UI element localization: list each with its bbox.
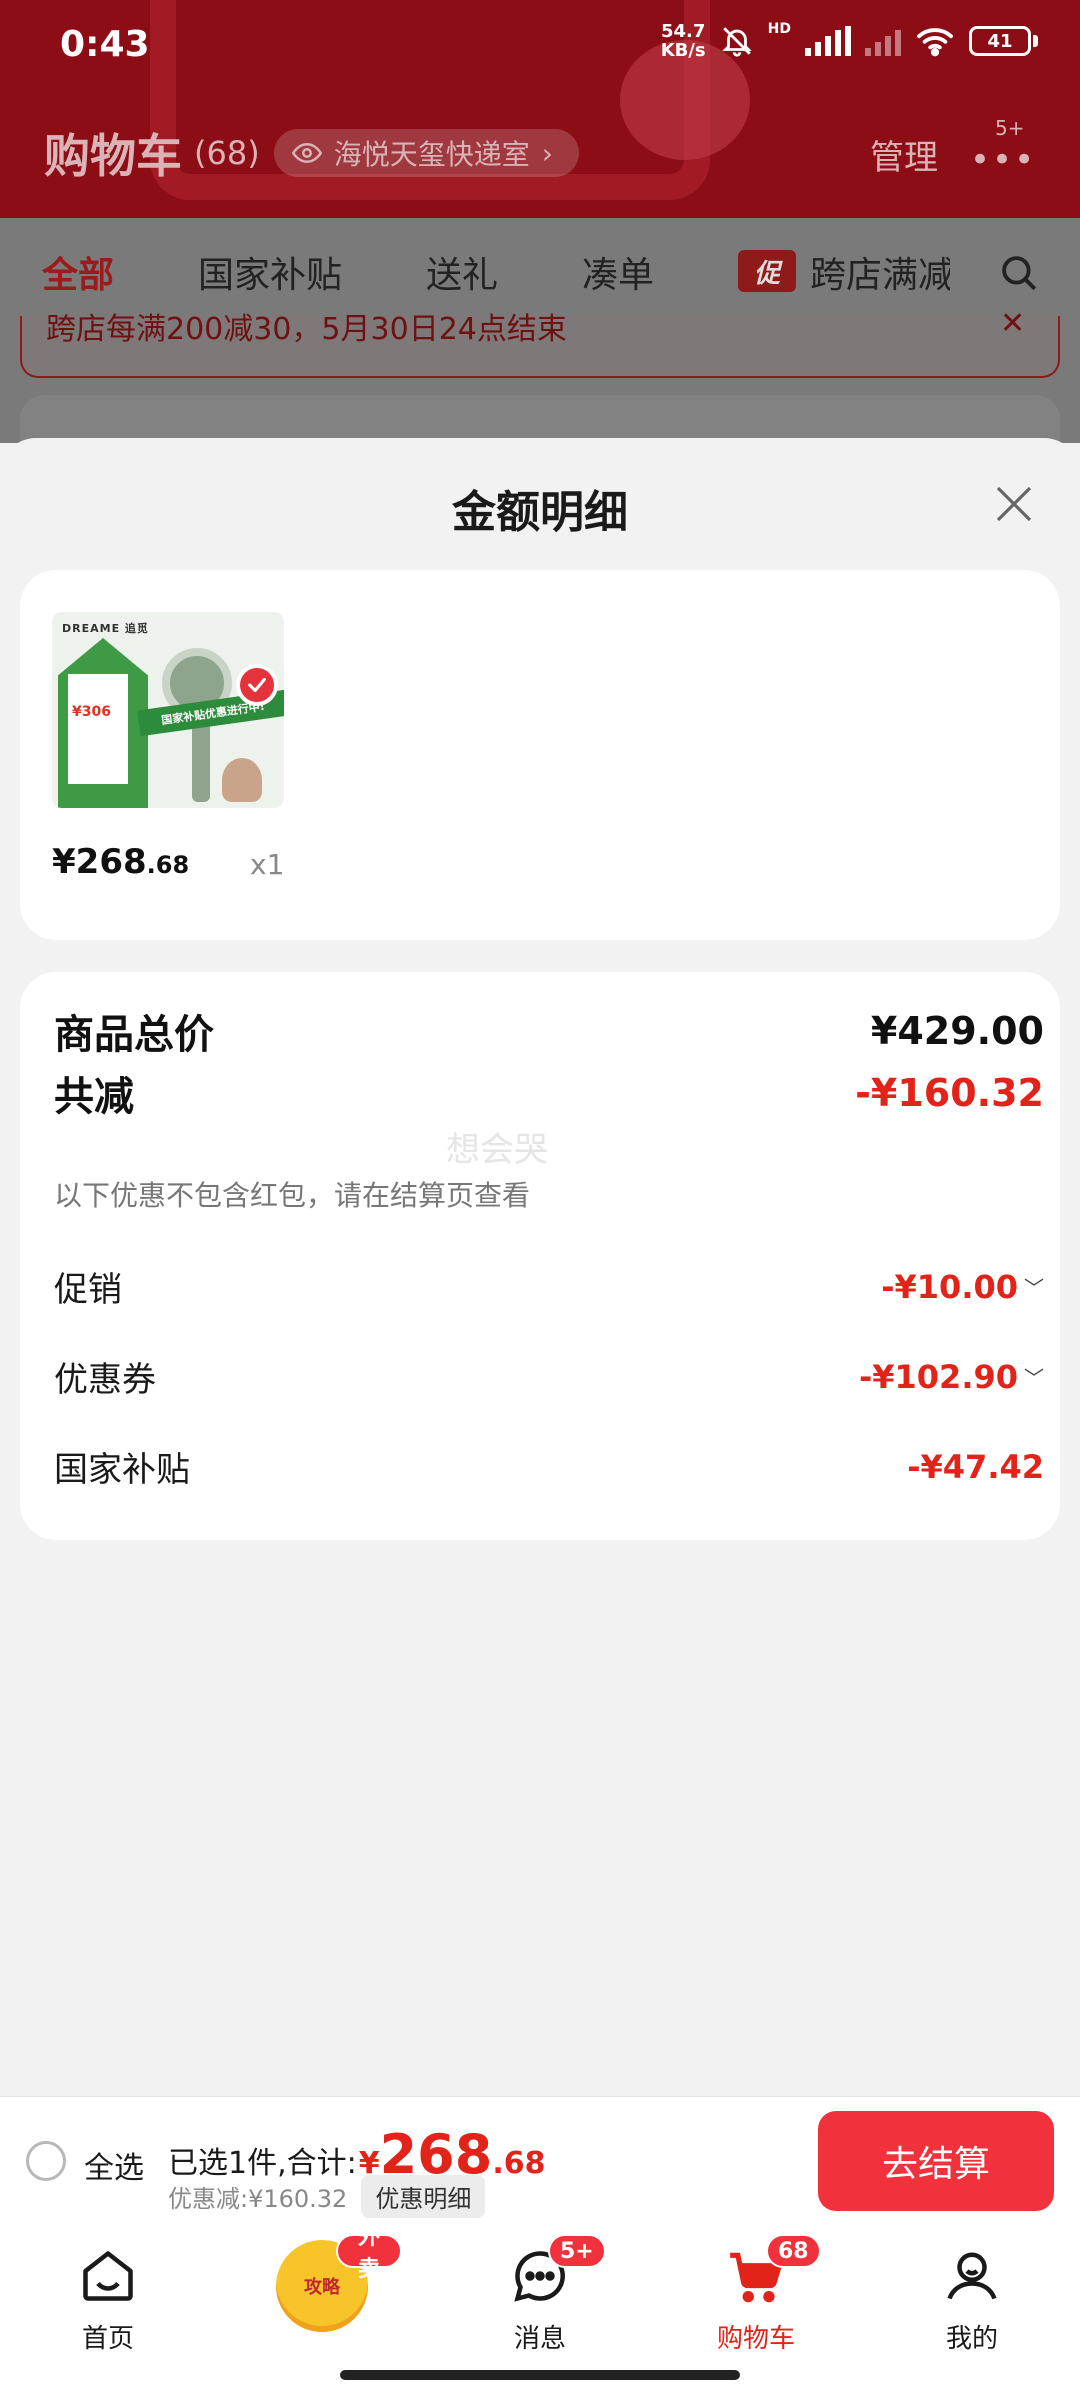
tab-cart-label: 购物车	[716, 2324, 795, 2354]
amount-detail-sheet: 金额明细 DREAME 追觅 ¥306 国家补贴优惠进行中! ¥268.68 x…	[0, 438, 1080, 2100]
watermark: 想会哭	[446, 1130, 548, 1170]
tab-profile-label: 我的	[945, 2324, 998, 2354]
summary-total-dec: .68	[492, 2146, 546, 2181]
tab-national-subsidy[interactable]: 国家补贴	[198, 246, 342, 298]
product-qty: x1	[250, 848, 285, 881]
checkout-button[interactable]: 去结算	[818, 2111, 1054, 2211]
close-icon[interactable]	[990, 480, 1038, 528]
net-speed: 54.7 KB/s	[661, 22, 706, 60]
battery-level: 41	[969, 26, 1031, 56]
product-image-brand: DREAME 追觅	[62, 622, 149, 635]
status-bar: 0:43 54.7 KB/s HD 41	[0, 0, 1080, 90]
reduction-label: 共减	[54, 1074, 134, 1120]
total-label: 商品总价	[54, 1012, 214, 1058]
tab-profile[interactable]: 我的	[892, 2240, 1052, 2355]
total-value: ¥429.00	[870, 1009, 1044, 1053]
signal-icon	[805, 26, 851, 56]
eye-icon	[291, 142, 322, 164]
more-icon[interactable]: •••	[970, 140, 1036, 180]
promo-badge-label: 外卖	[336, 2225, 402, 2282]
profile-icon	[892, 2240, 1052, 2312]
promotion-row[interactable]: 促销 -¥10.00 ﹀	[54, 1262, 1044, 1311]
more-badge: 5+	[995, 116, 1025, 140]
selected-check-icon	[236, 664, 278, 706]
tab-cart[interactable]: 68 购物车	[676, 2234, 836, 2355]
wifi-icon	[917, 28, 953, 57]
coupon-row[interactable]: 优惠券 -¥102.90 ﹀	[54, 1352, 1044, 1401]
subsidy-row: 国家补贴 -¥47.42	[54, 1442, 1044, 1491]
status-icons: 54.7 KB/s HD 41	[661, 21, 1038, 60]
discount-detail-button[interactable]: 优惠明细	[361, 2175, 486, 2218]
notice-close-icon[interactable]: ✕	[1000, 306, 1025, 341]
promo-notice-text: 跨店每满200减30，5月30日24点结束	[46, 312, 567, 347]
address-text: 海悦天玺快递室	[333, 138, 530, 171]
chevron-right-icon: ›	[541, 136, 553, 170]
spokesperson-graphic	[222, 758, 262, 802]
total-row: 商品总价 ¥429.00	[54, 1002, 1044, 1060]
product-price-int: ¥268	[52, 842, 147, 882]
tab-promo[interactable]: 攻略 外卖	[242, 2225, 402, 2332]
promotion-label: 促销	[54, 1270, 122, 1310]
tab-messages-label: 消息	[513, 2324, 566, 2354]
tab-gift[interactable]: 送礼	[426, 246, 498, 298]
signal-2-icon	[865, 26, 901, 56]
promotion-value: -¥10.00	[881, 1267, 1018, 1306]
product-card: DREAME 追觅 ¥306 国家补贴优惠进行中! ¥268.68 x1	[20, 570, 1060, 940]
home-indicator[interactable]	[340, 2370, 740, 2380]
promo-badge: 促	[738, 250, 796, 292]
product-price: ¥268.68	[52, 842, 189, 882]
bell-muted-icon	[721, 27, 752, 57]
product-image-price: ¥306	[72, 704, 111, 720]
hd-label: HD	[767, 21, 791, 37]
select-all-radio[interactable]	[26, 2141, 66, 2181]
reduction-value: -¥160.32	[855, 1071, 1044, 1115]
chevron-down-icon[interactable]: ﹀	[1024, 1362, 1044, 1391]
tab-cross-store[interactable]: 跨店满减	[810, 246, 950, 298]
amount-detail-card: 想会哭 商品总价 ¥429.00 共减 -¥160.32 以下优惠不包含红包，请…	[20, 972, 1060, 1540]
tab-messages[interactable]: 5+ 消息	[460, 2234, 620, 2355]
reduction-note: 以下优惠不包含红包，请在结算页查看	[54, 1179, 531, 1212]
manage-button[interactable]: 管理	[870, 130, 938, 179]
search-icon[interactable]	[998, 252, 1040, 298]
status-time: 0:43	[60, 24, 150, 65]
tab-home[interactable]: 首页	[28, 2240, 188, 2355]
sheet-title: 金额明细	[452, 487, 628, 538]
net-speed-unit: KB/s	[660, 40, 706, 61]
address-selector[interactable]: 海悦天玺快递室 ›	[273, 129, 579, 177]
subsidy-value: -¥47.42	[907, 1447, 1044, 1486]
subsidy-label: 国家补贴	[54, 1450, 190, 1490]
product-image[interactable]: DREAME 追觅 ¥306 国家补贴优惠进行中!	[52, 612, 284, 808]
select-all-label[interactable]: 全选	[84, 2143, 144, 2187]
home-icon	[28, 2240, 188, 2312]
promotion-value-wrap: -¥10.00 ﹀	[881, 1268, 1044, 1306]
tab-home-label: 首页	[81, 2324, 134, 2354]
coupon-label: 优惠券	[54, 1360, 156, 1400]
net-speed-value: 54.7	[660, 21, 706, 42]
checkout-bar: 全选 已选1件,合计: ¥ 268 .68 优惠减:¥160.32 优惠明细 去…	[0, 2096, 1080, 2226]
cart-title-row: 购物车 (68) 海悦天玺快递室 ›	[44, 120, 579, 186]
tab-coudan[interactable]: 凑单	[582, 246, 654, 298]
messages-badge: 5+	[548, 2234, 606, 2268]
chevron-down-icon[interactable]: ﹀	[1024, 1272, 1044, 1301]
tab-all[interactable]: 全部	[42, 246, 114, 298]
product-price-dec: .68	[146, 851, 190, 879]
battery-icon: 41	[969, 26, 1038, 56]
discount-row: 优惠减:¥160.32 优惠明细	[168, 2175, 486, 2218]
cart-title: 购物车	[44, 129, 182, 183]
coupon-value: -¥102.90	[858, 1357, 1018, 1396]
cart-badge: 68	[766, 2234, 821, 2268]
discount-text: 优惠减:¥160.32	[168, 2185, 348, 2213]
cart-count: (68)	[194, 134, 260, 172]
reduction-row: 共减 -¥160.32	[54, 1064, 1044, 1122]
coupon-value-wrap: -¥102.90 ﹀	[859, 1358, 1044, 1396]
